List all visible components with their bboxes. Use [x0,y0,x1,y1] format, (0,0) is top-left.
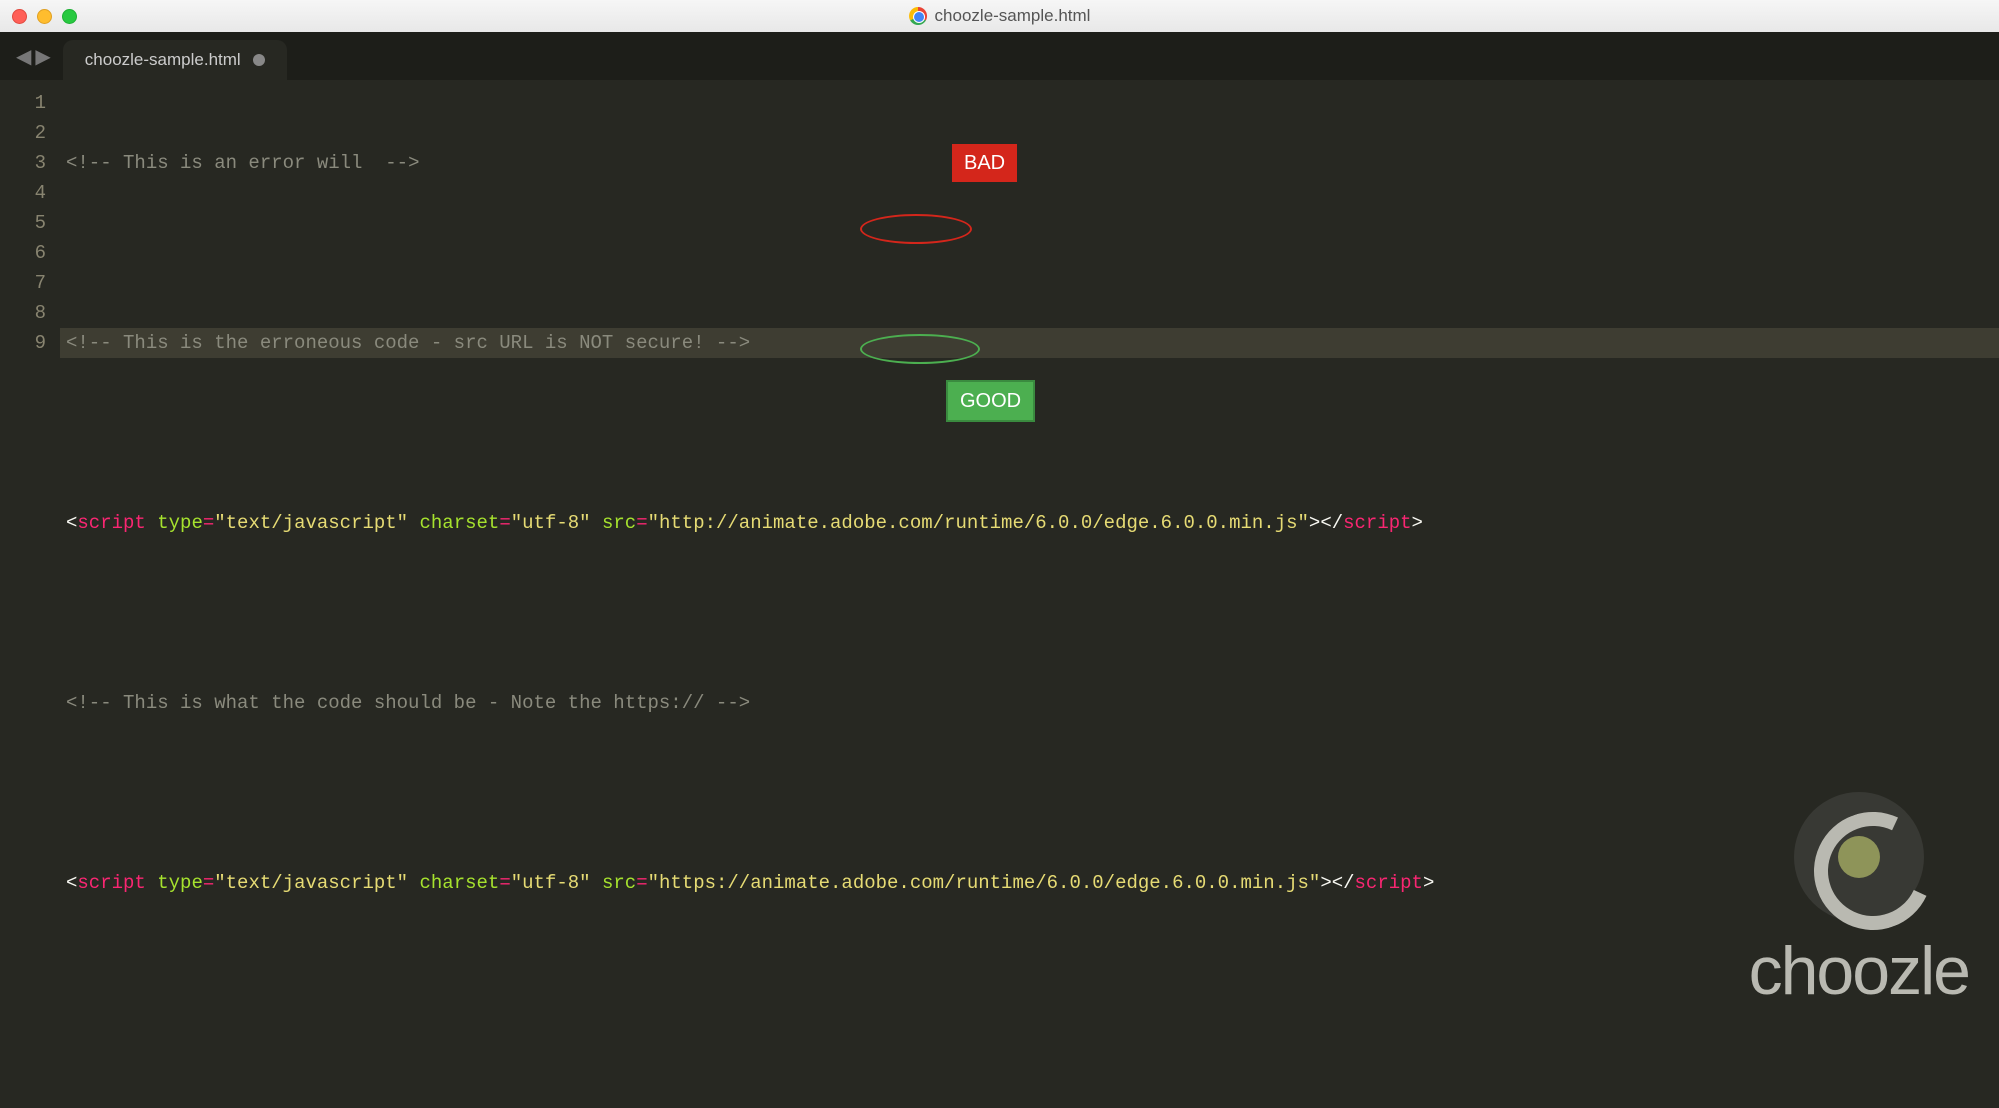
line-number: 5 [0,208,46,238]
code-line: <!-- This is the erroneous code - src UR… [60,328,1999,358]
minimize-button[interactable] [37,9,52,24]
nav-forward-icon[interactable]: ▶ [35,44,50,70]
code-line [66,598,1999,628]
watermark: choozle [1749,792,1969,1010]
window-title-text: choozle-sample.html [935,6,1091,26]
bad-annotation: BAD [952,144,1017,182]
code-line: <!-- This is an error will --> [66,148,1999,178]
window-controls [12,9,77,24]
code-line [66,418,1999,448]
line-number: 8 [0,298,46,328]
tab-label: choozle-sample.html [85,50,241,70]
dirty-indicator-icon [253,54,265,66]
maximize-button[interactable] [62,9,77,24]
line-number: 9 [0,328,46,358]
line-number: 4 [0,178,46,208]
nav-arrows: ◀ ▶ [10,44,63,80]
code-line [66,778,1999,808]
code-line: <!-- This is what the code should be - N… [66,688,1999,718]
line-number: 2 [0,118,46,148]
nav-back-icon[interactable]: ◀ [16,44,31,70]
chrome-icon [909,7,927,25]
line-number: 1 [0,88,46,118]
editor: 1 2 3 4 5 6 7 8 9 <!-- This is an error … [0,80,1999,1030]
titlebar: choozle-sample.html [0,0,1999,32]
tabbar: ◀ ▶ choozle-sample.html [0,32,1999,80]
brand-text: choozle [1749,932,1969,1010]
window-title: choozle-sample.html [909,6,1091,26]
code-area[interactable]: <!-- This is an error will --> <!-- This… [60,80,1999,1030]
close-button[interactable] [12,9,27,24]
code-line [66,238,1999,268]
file-tab[interactable]: choozle-sample.html [63,40,287,80]
gutter: 1 2 3 4 5 6 7 8 9 [0,80,60,1030]
code-line: <script type="text/javascript" charset="… [66,868,1999,898]
line-number: 3 [0,148,46,178]
line-number: 7 [0,268,46,298]
good-annotation: GOOD [946,380,1035,422]
code-line: <script type="text/javascript" charset="… [66,508,1999,538]
line-number: 6 [0,238,46,268]
choozle-logo-icon [1794,792,1924,922]
